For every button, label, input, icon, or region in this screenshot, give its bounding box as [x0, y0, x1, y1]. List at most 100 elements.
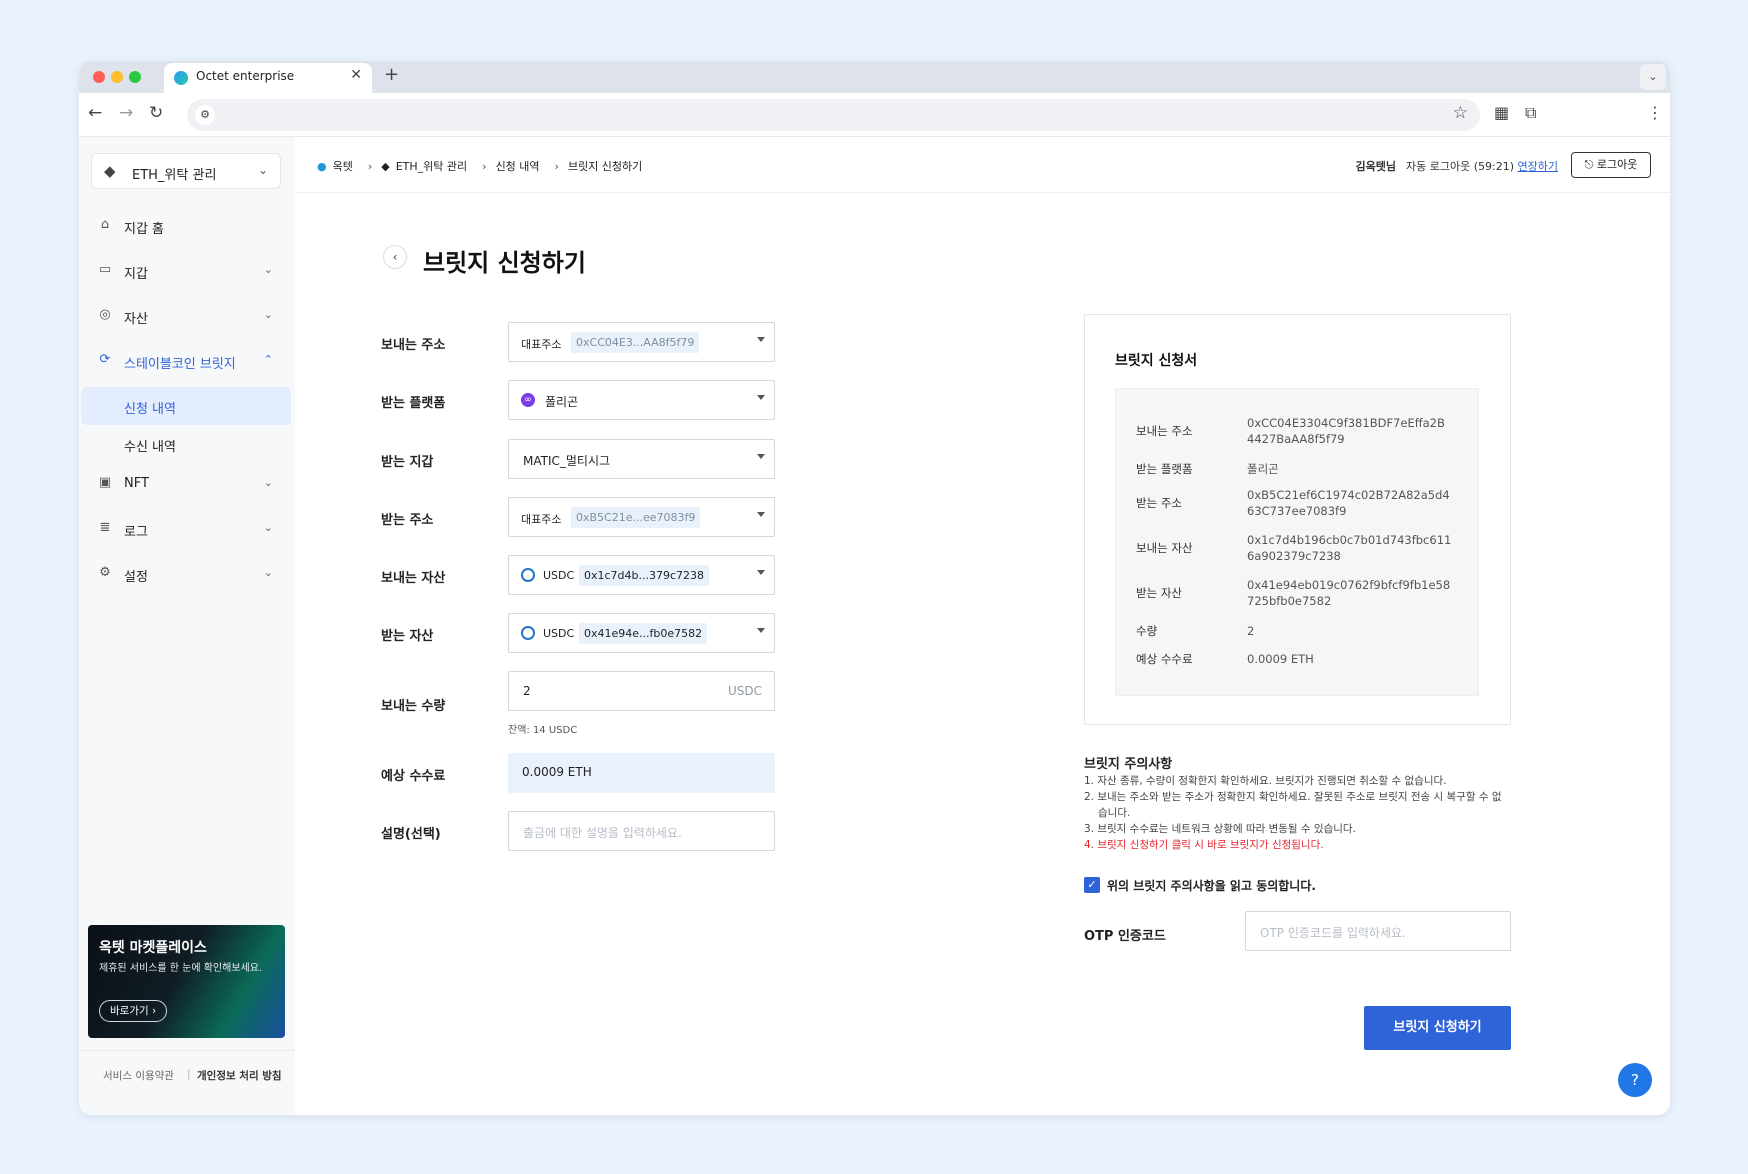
address-chip: 0xCC04E3...AA8f5f79	[571, 332, 700, 353]
sidebar-item-label: 스테이블코인 브릿지	[124, 357, 236, 372]
logout-button[interactable]: ⎋ 로그아웃	[1571, 152, 1651, 178]
chevron-down-icon: ⌄	[263, 308, 273, 321]
breadcrumb-item[interactable]: 옥텟	[333, 160, 353, 173]
wallet-selector[interactable]: ◆ ETH_위탁 관리 ⌄	[91, 153, 281, 189]
usdc-icon	[521, 568, 535, 582]
marketplace-banner[interactable]: 옥텟 마켓플레이스 제휴된 서비스를 한 눈에 확인해보세요. 바로가기 ›	[88, 925, 285, 1038]
amount-input[interactable]: 2 USDC	[508, 671, 775, 711]
note-item: 1. 자산 종류, 수량이 정확한지 확인하세요. 브릿지가 진행되면 취소할 …	[1084, 775, 1447, 787]
sidebar: ◆ ETH_위탁 관리 ⌄ ⌂ 지갑 홈 ▭ 지갑 ⌄ ◎ 자산 ⌄ ⟳ 스테이…	[79, 137, 295, 1115]
bookmark-star-icon[interactable]: ☆	[1453, 103, 1468, 123]
asset-icon: ◎	[99, 307, 111, 322]
minimize-window-button[interactable]	[111, 71, 123, 83]
wallet-icon: ▭	[98, 262, 112, 277]
caret-down-icon	[757, 570, 765, 575]
otp-input[interactable]: OTP 인증코드를 입력하세요.	[1245, 911, 1511, 951]
terms-link[interactable]: 서비스 이용약관	[103, 1068, 174, 1083]
summary-value: 폴리곤	[1247, 462, 1279, 476]
privacy-link[interactable]: 개인정보 처리 방침	[197, 1068, 282, 1083]
send-asset-select[interactable]: USDC 0x1c7d4b...379c7238	[508, 555, 775, 595]
summary-value: 2	[1247, 624, 1255, 638]
to-wallet-select[interactable]: MATIC_멀티시그	[508, 439, 775, 479]
memo-input[interactable]: 출금에 대한 설명을 입력하세요.	[508, 811, 775, 851]
to-wallet-label: 받는 지갑	[381, 455, 434, 470]
submit-bridge-button[interactable]: 브릿지 신청하기	[1364, 1006, 1511, 1050]
chevron-down-icon: ⌄	[263, 566, 273, 579]
back-button[interactable]: ‹	[383, 245, 407, 269]
forward-arrow-icon[interactable]: →	[119, 103, 133, 123]
fee-value-box: 0.0009 ETH	[508, 753, 775, 793]
summary-key: 받는 자산	[1136, 586, 1182, 600]
sidebar-item-label: 자산	[124, 312, 148, 327]
home-icon: ⌂	[100, 217, 110, 232]
receive-asset-label: 받는 자산	[381, 629, 434, 644]
sidebar-subitem-requests[interactable]: 신청 내역	[81, 387, 291, 425]
summary-value: 0x41e94eb019c0762f9bfcf9fb1e58725bfb0e75…	[1247, 578, 1451, 608]
sidebar-subitem-label: 수신 내역	[124, 440, 176, 455]
caret-down-icon	[757, 337, 765, 342]
extensions-icon[interactable]: ⧉	[1525, 103, 1536, 123]
to-platform-select[interactable]: ∞ 폴리곤	[508, 380, 775, 420]
breadcrumb-item[interactable]: 신청 내역	[496, 160, 540, 173]
note-item: 3. 브릿지 수수료는 네트워크 상황에 따라 변동될 수 있습니다.	[1084, 823, 1356, 835]
sidebar-item-label: 로그	[124, 525, 148, 540]
usdc-icon	[521, 626, 535, 640]
page-title: 브릿지 신청하기	[423, 249, 586, 277]
sidebar-item-wallet[interactable]: ▭ 지갑 ⌄	[79, 255, 295, 287]
tab-search-chevron-icon[interactable]: ⌄	[1640, 64, 1666, 90]
tab-close-icon[interactable]: ✕	[350, 67, 362, 83]
notes-list: 1. 자산 종류, 수량이 정확한지 확인하세요. 브릿지가 진행되면 취소할 …	[1084, 773, 1504, 853]
summary-value: 0xB5C21ef6C1974c02B72A82a5d463C737ee7083…	[1247, 488, 1450, 518]
help-button[interactable]: ?	[1618, 1063, 1652, 1097]
summary-key: 보내는 주소	[1136, 424, 1193, 438]
sidebar-item-nft[interactable]: ▣ NFT ⌄	[79, 468, 295, 500]
chevron-down-icon: ⌄	[263, 521, 273, 534]
chevron-down-icon: ⌄	[263, 263, 273, 276]
sidebar-item-log[interactable]: ≣ 로그 ⌄	[79, 513, 295, 545]
sidebar-item-settings[interactable]: ⚙ 설정 ⌄	[79, 558, 295, 590]
memo-placeholder: 출금에 대한 설명을 입력하세요.	[523, 826, 682, 840]
footer-divider: |	[187, 1068, 191, 1080]
to-address-label: 받는 주소	[381, 513, 434, 528]
summary-value: 0x1c7d4b196cb0c7b01d743fbc6116a902379c72…	[1247, 533, 1452, 563]
logout-label: 로그아웃	[1596, 158, 1638, 171]
header-divider	[295, 192, 1670, 193]
logout-icon: ⎋	[1584, 158, 1594, 171]
ethereum-icon: ◆	[381, 160, 390, 173]
banner-go-button[interactable]: 바로가기 ›	[99, 1000, 168, 1022]
agree-label[interactable]: 위의 브릿지 주의사항을 읽고 동의합니다.	[1107, 877, 1316, 894]
from-address-select[interactable]: 대표주소 0xCC04E3...AA8f5f79	[508, 322, 775, 362]
chevron-left-icon: ‹	[392, 250, 398, 264]
settings-icon: ⚙	[99, 565, 111, 580]
close-window-button[interactable]	[93, 71, 105, 83]
back-arrow-icon[interactable]: ←	[88, 103, 102, 123]
octet-favicon-icon	[174, 71, 188, 85]
breadcrumb-item[interactable]: ETH_위탁 관리	[396, 160, 467, 173]
fee-value: 0.0009 ETH	[522, 765, 592, 779]
sidebar-item-stablecoin-bridge[interactable]: ⟳ 스테이블코인 브릿지 ⌃	[79, 345, 295, 377]
site-settings-icon[interactable]: ⚙	[195, 105, 215, 125]
sidebar-footer: 서비스 이용약관 | 개인정보 처리 방침	[79, 1050, 295, 1082]
maximize-window-button[interactable]	[129, 71, 141, 83]
address-bar[interactable]: ⚙ ☆	[187, 99, 1480, 131]
browser-menu-icon[interactable]: ⋮	[1647, 103, 1663, 122]
browser-toolbar: ← → ↻ ⚙ ☆ ▦ ⧉ ⋮	[79, 93, 1670, 137]
qr-code-icon[interactable]: ▦	[1494, 103, 1509, 122]
extend-session-link[interactable]: 연장하기	[1518, 160, 1558, 173]
receive-asset-select[interactable]: USDC 0x41e94e...fb0e7582	[508, 613, 775, 653]
sidebar-item-wallet-home[interactable]: ⌂ 지갑 홈	[79, 210, 295, 242]
browser-tab[interactable]: Octet enterprise ✕	[164, 63, 372, 93]
breadcrumb: ● 옥텟 › ◆ ETH_위탁 관리 › 신청 내역 › 브릿지 신청하기	[317, 158, 648, 174]
balance-hint: 잔액: 14 USDC	[508, 725, 578, 736]
summary-title: 브릿지 신청서	[1115, 353, 1198, 369]
asset-symbol: USDC	[543, 569, 575, 582]
to-address-select[interactable]: 대표주소 0xB5C21e...ee7083f9	[508, 497, 775, 537]
sidebar-item-asset[interactable]: ◎ 자산 ⌄	[79, 300, 295, 332]
sidebar-subitem-received[interactable]: 수신 내역	[81, 425, 291, 463]
agree-checkbox[interactable]: ✓	[1084, 877, 1100, 893]
new-tab-button[interactable]: +	[384, 64, 399, 85]
tab-title: Octet enterprise	[196, 69, 295, 83]
asset-symbol: USDC	[543, 627, 575, 640]
reload-icon[interactable]: ↻	[149, 103, 163, 123]
sidebar-item-label: NFT	[124, 476, 149, 491]
